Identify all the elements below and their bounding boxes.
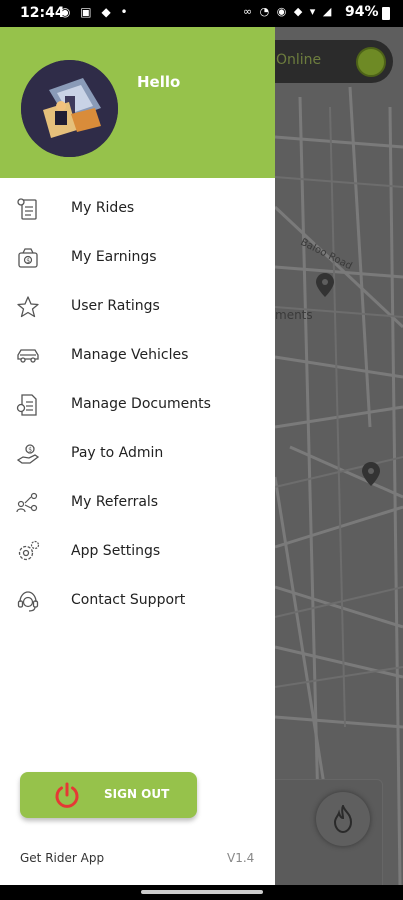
svg-text:$: $: [26, 257, 30, 264]
sign-out-button[interactable]: SIGN OUT: [20, 772, 197, 818]
menu-item-my-rides[interactable]: My Rides: [0, 185, 275, 234]
menu-label: Manage Documents: [71, 396, 211, 412]
battery-icon: [382, 7, 390, 20]
menu-item-app-settings[interactable]: App Settings: [0, 528, 275, 577]
car-icon: [17, 349, 39, 363]
menu-item-my-earnings[interactable]: $ My Earnings: [0, 234, 275, 283]
earnings-icon: $: [18, 248, 38, 268]
map-pin-icon[interactable]: [362, 462, 380, 486]
sign-out-label: SIGN OUT: [104, 787, 170, 801]
greeting: Hello: [137, 73, 181, 91]
menu-label: Manage Vehicles: [71, 347, 189, 363]
menu-item-contact-support[interactable]: Contact Support: [0, 577, 275, 626]
battery-percent: 94%: [345, 4, 379, 20]
avatar-illustration: [21, 60, 118, 157]
flame-icon: [333, 805, 353, 833]
drawer-header: Hello: [0, 27, 275, 178]
menu-item-my-referrals[interactable]: My Referrals: [0, 479, 275, 528]
get-rider-app-link[interactable]: Get Rider App: [20, 851, 104, 865]
menu-label: Pay to Admin: [71, 445, 164, 461]
menu-label: Contact Support: [71, 592, 186, 608]
svg-text:$: $: [28, 446, 32, 453]
home-gesture-handle[interactable]: [141, 890, 263, 894]
fire-button[interactable]: [316, 792, 370, 846]
headset-icon: [17, 591, 39, 612]
screen: 12:44 ◉ ▣ ◆ • ∞ ◔ ◉ ◆ ▾ ◢ 94% Baloo Road…: [0, 0, 403, 900]
system-nav-bar: [0, 885, 403, 900]
avatar[interactable]: [21, 60, 118, 157]
documents-icon: [16, 394, 37, 416]
menu-item-manage-documents[interactable]: Manage Documents: [0, 381, 275, 430]
menu-label: My Earnings: [71, 249, 157, 265]
system-icons: ∞ ◔ ◉ ◆ ▾ ◢: [243, 5, 334, 18]
app-version: V1.4: [227, 851, 255, 865]
menu-label: App Settings: [71, 543, 161, 559]
rides-list-icon: [17, 198, 37, 220]
map-pin-icon[interactable]: [316, 273, 334, 297]
gear-icon: [18, 540, 40, 561]
menu-item-pay-to-admin[interactable]: $ Pay to Admin: [0, 430, 275, 479]
power-icon: [55, 782, 79, 808]
menu-label: My Rides: [71, 200, 135, 216]
referrals-icon: [16, 492, 38, 513]
place-label: ments: [275, 308, 313, 322]
menu-label: User Ratings: [71, 298, 160, 314]
pay-icon: $: [16, 444, 40, 464]
menu-label: My Referrals: [71, 494, 159, 510]
menu-item-user-ratings[interactable]: User Ratings: [0, 283, 275, 332]
status-time: 12:44: [20, 5, 65, 21]
status-bar: 12:44 ◉ ▣ ◆ • ∞ ◔ ◉ ◆ ▾ ◢ 94%: [0, 0, 403, 27]
navigation-drawer: Hello My Rides $ My Earnings User Rating…: [0, 27, 275, 885]
menu-item-manage-vehicles[interactable]: Manage Vehicles: [0, 332, 275, 381]
notification-icons: ◉ ▣ ◆ •: [60, 5, 131, 19]
star-icon: [17, 296, 39, 318]
online-label: Online: [276, 52, 322, 68]
drawer-menu: My Rides $ My Earnings User Ratings Mana…: [0, 185, 275, 626]
toggle-knob[interactable]: [356, 47, 386, 77]
